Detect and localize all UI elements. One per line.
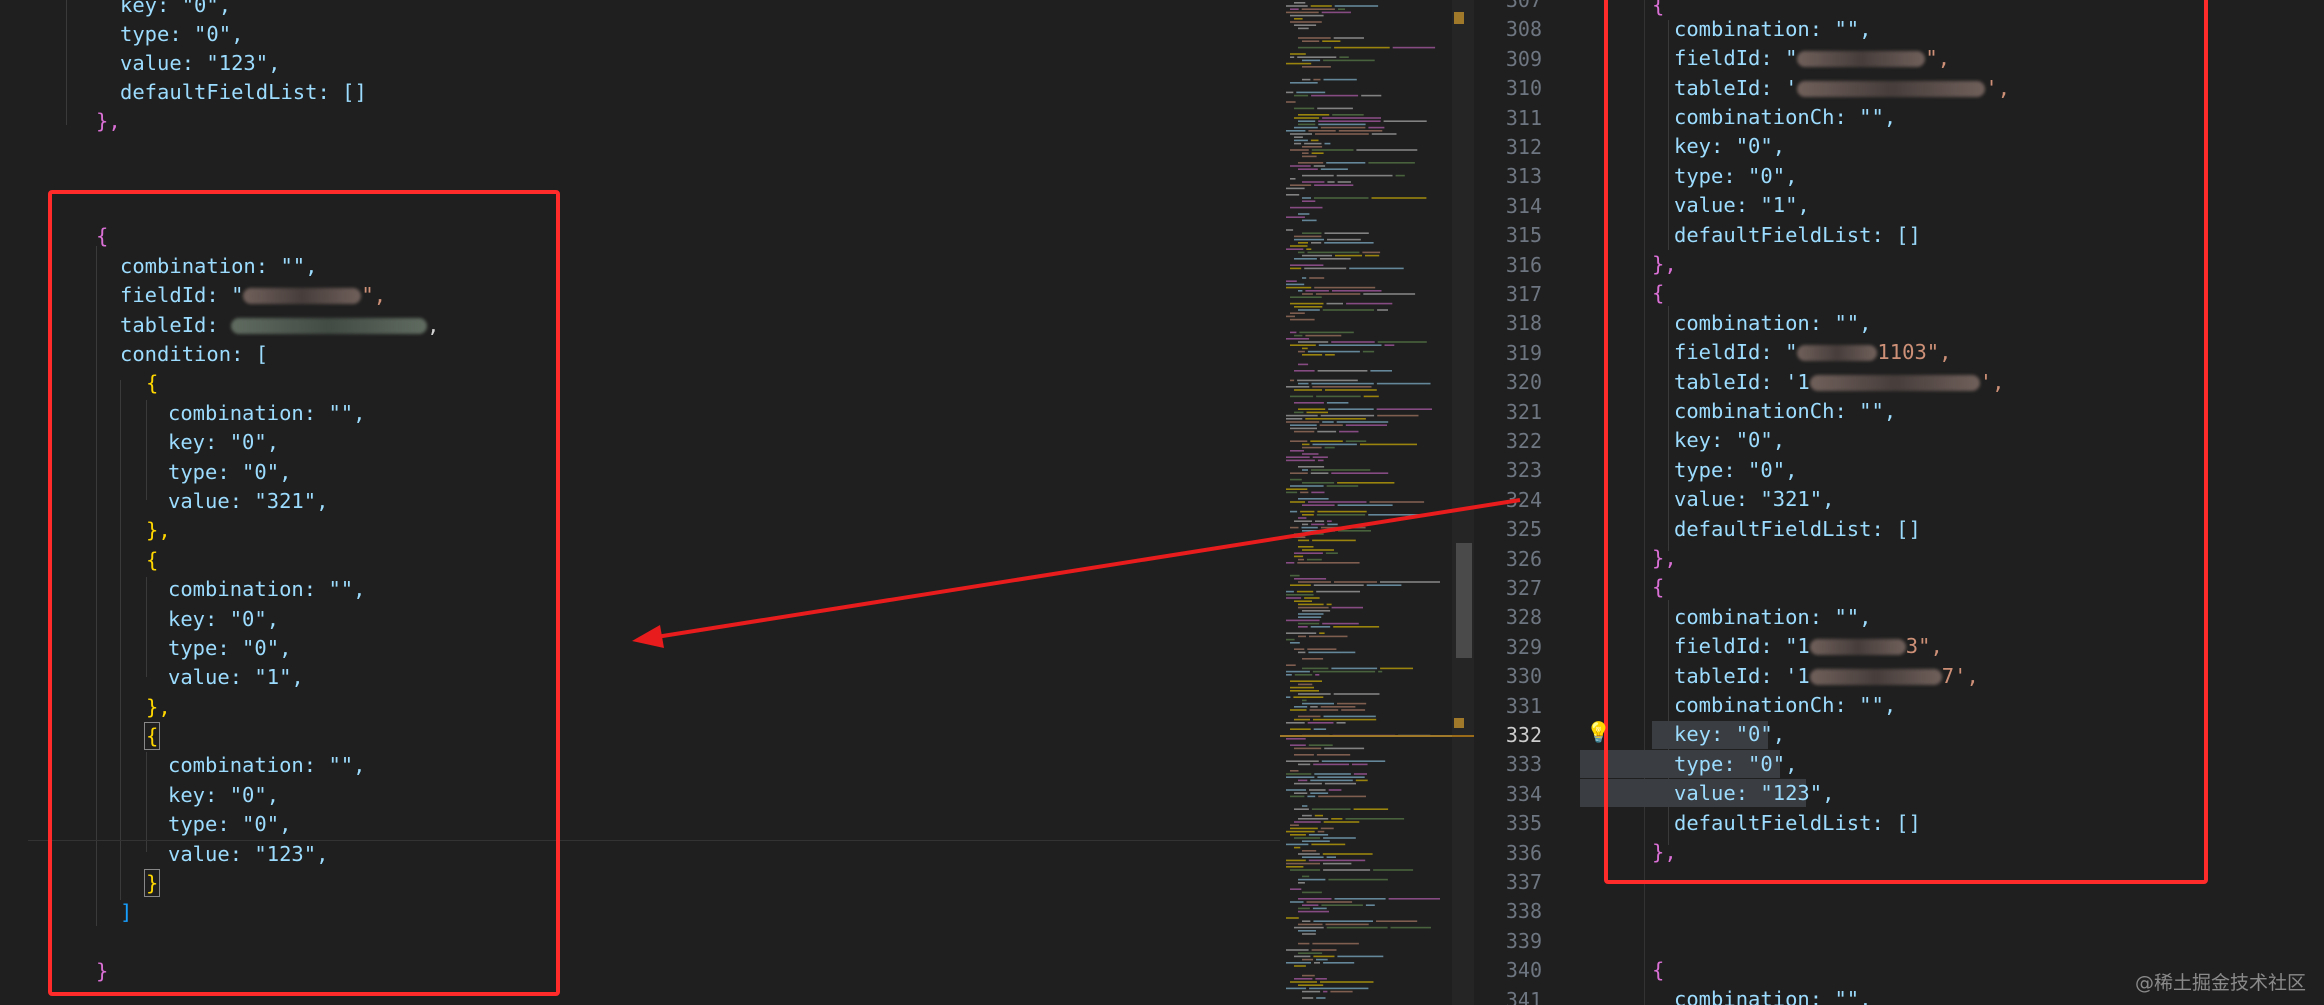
arrow-line	[649, 498, 1521, 640]
arrow-head	[632, 625, 664, 648]
watermark: @稀土掘金技术社区	[2134, 972, 2306, 994]
arrow-overlay	[632, 498, 1521, 648]
